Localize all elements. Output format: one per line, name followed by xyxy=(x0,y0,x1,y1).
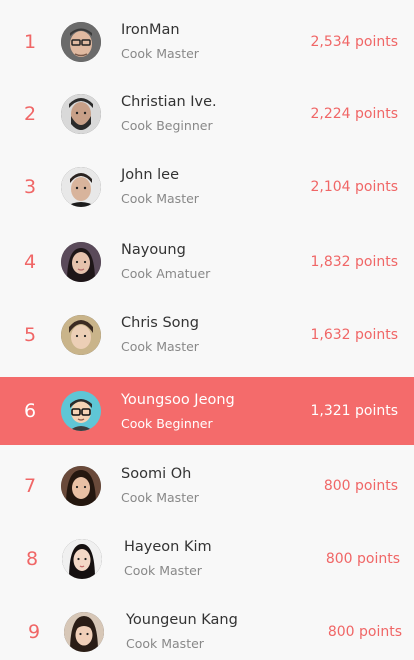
leaderboard-row[interactable]: 9 Youngeun Kang Cook Master 800 points xyxy=(0,597,414,660)
leaderboard-row[interactable]: 1 IronMan Cook Master 2,534 points xyxy=(0,7,414,77)
woman-dark-hair-avatar[interactable] xyxy=(61,466,101,506)
user-level: Cook Master xyxy=(124,563,202,578)
user-level: Cook Beginner xyxy=(121,118,213,133)
user-level: Cook Master xyxy=(121,46,199,61)
user-points: 800 points xyxy=(327,624,402,640)
user-level: Cook Master xyxy=(121,339,199,354)
user-name: Soomi Oh xyxy=(121,466,192,482)
leaderboard-row[interactable]: 2 Christian Ive. Cook Beginner 2,224 poi… xyxy=(0,79,414,149)
user-points: 800 points xyxy=(325,551,400,567)
user-points: 2,104 points xyxy=(310,179,398,195)
user-points: 1,832 points xyxy=(310,254,398,270)
woman-bangs-avatar[interactable] xyxy=(64,612,104,652)
leaderboard-row[interactable]: 7 Soomi Oh Cook Master 800 points xyxy=(0,451,414,521)
cartoon-man-glasses-avatar[interactable] xyxy=(61,391,101,431)
leaderboard-row[interactable]: 8 Hayeon Kim Cook Master 800 points xyxy=(0,524,414,594)
leaderboard-row-current-user[interactable]: 6 Youngsoo Jeong Cook Beginner 1,321 poi… xyxy=(0,377,414,445)
user-name: Chris Song xyxy=(121,315,199,331)
dark-haired-man-avatar[interactable] xyxy=(61,167,101,207)
user-points: 1,632 points xyxy=(310,327,398,343)
rank-number: 4 xyxy=(23,251,37,273)
bearded-man-avatar[interactable] xyxy=(61,94,101,134)
user-name: Christian Ive. xyxy=(121,94,217,110)
user-name: IronMan xyxy=(121,22,180,38)
user-name: Youngsoo Jeong xyxy=(121,392,235,408)
user-level: Cook Master xyxy=(121,191,199,206)
leaderboard-row[interactable]: 3 John lee Cook Master 2,104 points xyxy=(0,152,414,222)
user-points: 2,224 points xyxy=(310,106,398,122)
user-level: Cook Master xyxy=(126,636,204,651)
rank-number: 5 xyxy=(23,324,37,346)
user-level: Cook Amatuer xyxy=(121,266,211,281)
user-name: John lee xyxy=(121,167,180,183)
user-level: Cook Master xyxy=(121,490,199,505)
rank-number: 3 xyxy=(23,176,37,198)
woman-portrait-avatar[interactable] xyxy=(62,539,102,579)
young-man-avatar[interactable] xyxy=(61,315,101,355)
woman-long-hair-avatar[interactable] xyxy=(61,242,101,282)
user-points: 1,321 points xyxy=(310,403,398,419)
rank-number: 7 xyxy=(23,475,37,497)
rank-number: 1 xyxy=(23,31,37,53)
user-points: 800 points xyxy=(323,478,398,494)
rank-number: 2 xyxy=(23,103,37,125)
rank-number: 9 xyxy=(27,621,41,643)
user-level: Cook Beginner xyxy=(121,416,213,431)
user-name: Youngeun Kang xyxy=(126,612,238,628)
leaderboard-row[interactable]: 5 Chris Song Cook Master 1,632 points xyxy=(0,300,414,370)
rank-number: 6 xyxy=(23,400,37,422)
user-name: Nayoung xyxy=(121,242,186,258)
leaderboard-row[interactable]: 4 Nayoung Cook Amatuer 1,832 points xyxy=(0,227,414,297)
leaderboard-list: 1 IronMan Cook Master 2,534 points 2 Chr… xyxy=(0,0,414,660)
man-glasses-avatar[interactable] xyxy=(61,22,101,62)
rank-number: 8 xyxy=(25,548,39,570)
user-points: 2,534 points xyxy=(310,34,398,50)
user-name: Hayeon Kim xyxy=(124,539,212,555)
